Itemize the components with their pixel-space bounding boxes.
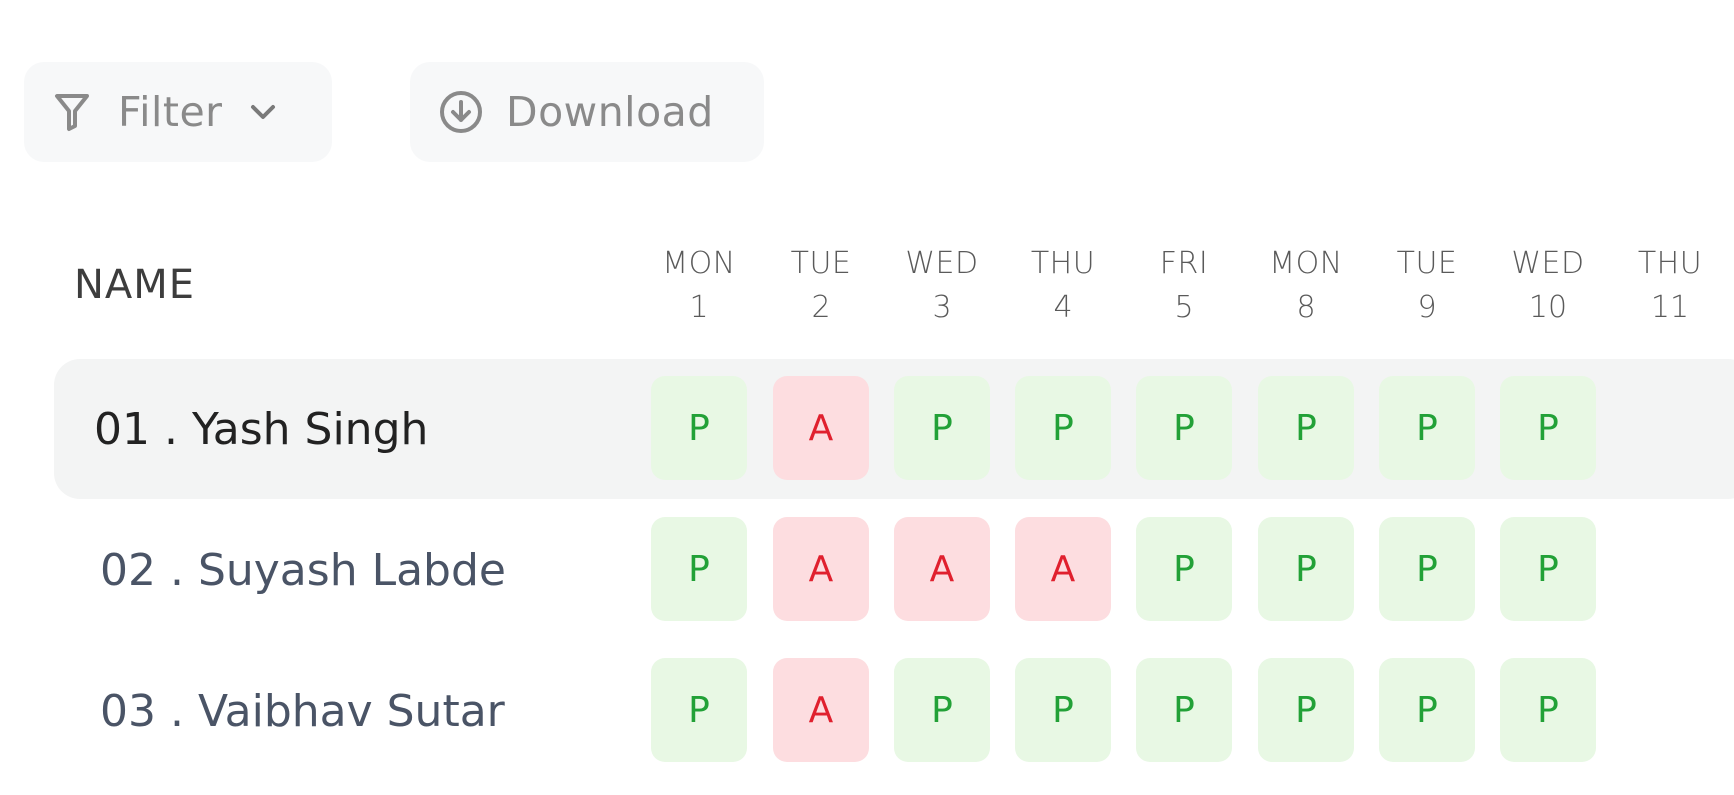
attendance-present-cell[interactable]: P — [1500, 376, 1596, 480]
day-name: MON — [662, 246, 736, 281]
day-date: 5 — [1174, 290, 1194, 325]
filter-button[interactable]: Filter — [24, 62, 332, 162]
day-header: TUE 9 — [1367, 242, 1487, 330]
student-name: 03 . Vaibhav Sutar — [100, 685, 505, 737]
day-header: THU 11 — [1610, 242, 1730, 330]
day-date: 9 — [1417, 290, 1437, 325]
day-date: 3 — [932, 290, 952, 325]
table-row[interactable]: 02 . Suyash Labde P A A A P P P P — [54, 500, 1734, 640]
day-name: THU — [1030, 246, 1096, 281]
filter-label: Filter — [118, 88, 223, 136]
attendance-absent-cell[interactable]: A — [894, 517, 990, 621]
day-header: TUE 2 — [761, 242, 881, 330]
attendance-present-cell[interactable]: P — [651, 658, 747, 762]
day-date: 1 — [689, 290, 709, 325]
attendance-present-cell[interactable]: P — [1136, 517, 1232, 621]
download-circle-icon — [438, 89, 484, 135]
attendance-present-cell[interactable]: P — [1379, 376, 1475, 480]
day-header: WED 10 — [1488, 242, 1608, 330]
day-name: TUE — [1396, 246, 1458, 281]
attendance-absent-cell[interactable]: A — [773, 658, 869, 762]
attendance-absent-cell[interactable]: A — [773, 517, 869, 621]
name-column-header: NAME — [74, 262, 196, 308]
table-row[interactable]: 03 . Vaibhav Sutar P A P P P P P P — [54, 641, 1734, 781]
table-row[interactable]: 01 . Yash Singh P A P P P P P P — [54, 359, 1734, 499]
attendance-present-cell[interactable]: P — [651, 517, 747, 621]
attendance-absent-cell[interactable]: A — [1015, 517, 1111, 621]
day-header: MON 8 — [1246, 242, 1366, 330]
download-label: Download — [506, 88, 714, 136]
attendance-present-cell[interactable]: P — [1379, 517, 1475, 621]
day-date: 8 — [1296, 290, 1316, 325]
filter-funnel-icon — [54, 92, 90, 132]
day-name: MON — [1269, 246, 1343, 281]
day-header: FRI 5 — [1124, 242, 1244, 330]
attendance-present-cell[interactable]: P — [1500, 658, 1596, 762]
day-date: 4 — [1053, 290, 1073, 325]
attendance-present-cell[interactable]: P — [1015, 376, 1111, 480]
attendance-present-cell[interactable]: P — [651, 376, 747, 480]
day-name: WED — [1511, 246, 1585, 281]
day-name: WED — [905, 246, 979, 281]
attendance-absent-cell[interactable]: A — [773, 376, 869, 480]
attendance-present-cell[interactable]: P — [1015, 658, 1111, 762]
day-name: FRI — [1159, 246, 1209, 281]
attendance-present-cell[interactable]: P — [894, 658, 990, 762]
attendance-present-cell[interactable]: P — [1258, 658, 1354, 762]
day-header: MON 1 — [639, 242, 759, 330]
student-name: 02 . Suyash Labde — [100, 544, 506, 596]
attendance-present-cell[interactable]: P — [1379, 658, 1475, 762]
attendance-present-cell[interactable]: P — [894, 376, 990, 480]
day-header: THU 4 — [1003, 242, 1123, 330]
day-date: 2 — [811, 290, 831, 325]
attendance-present-cell[interactable]: P — [1258, 376, 1354, 480]
download-button[interactable]: Download — [410, 62, 764, 162]
day-date: 10 — [1528, 290, 1568, 325]
student-name: 01 . Yash Singh — [94, 403, 429, 455]
attendance-present-cell[interactable]: P — [1258, 517, 1354, 621]
attendance-present-cell[interactable]: P — [1136, 376, 1232, 480]
day-date: 11 — [1650, 290, 1690, 325]
attendance-present-cell[interactable]: P — [1136, 658, 1232, 762]
day-header: WED 3 — [882, 242, 1002, 330]
chevron-down-icon — [249, 103, 277, 121]
attendance-present-cell[interactable]: P — [1500, 517, 1596, 621]
day-name: TUE — [790, 246, 852, 281]
day-name: THU — [1637, 246, 1703, 281]
